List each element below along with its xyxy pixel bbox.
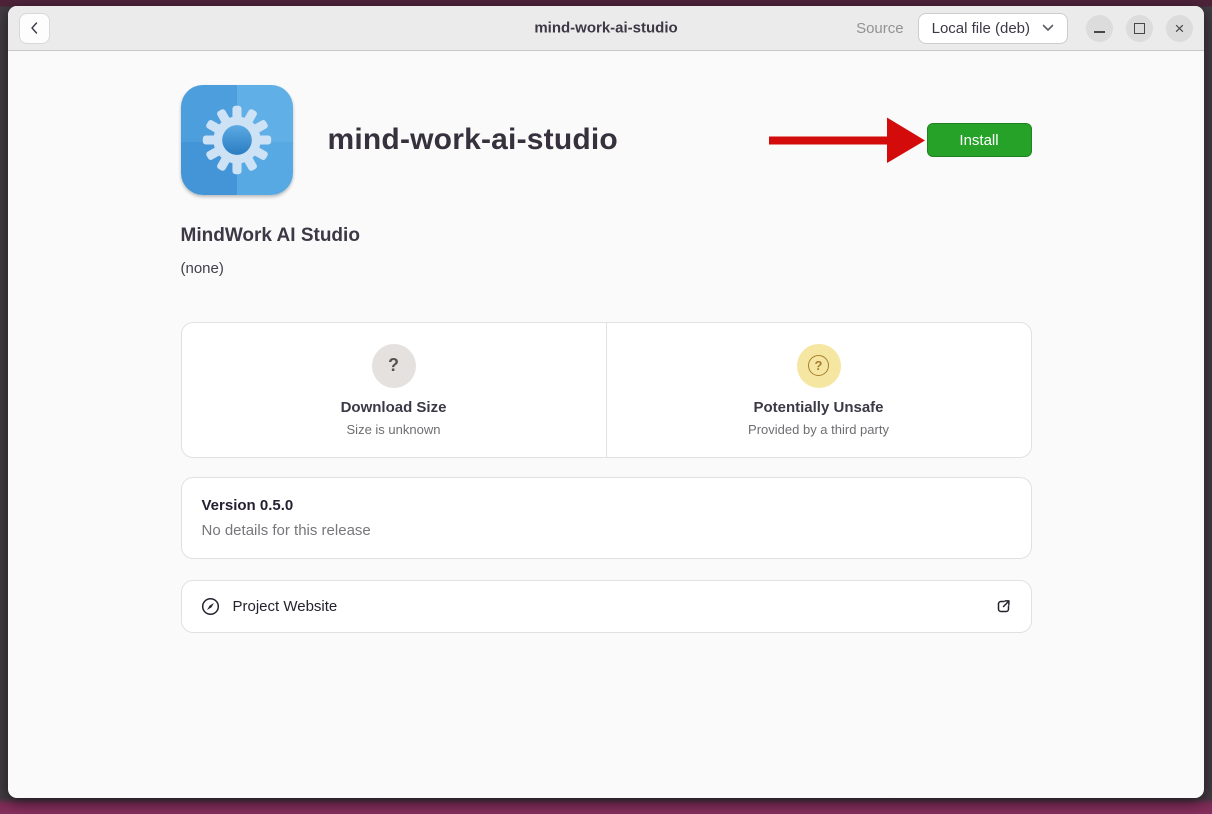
safety-tile[interactable]: ? Potentially Unsafe Provided by a third… <box>606 323 1031 457</box>
install-button[interactable]: Install <box>927 123 1032 157</box>
chevron-down-icon <box>1042 24 1054 32</box>
safety-title: Potentially Unsafe <box>753 399 883 416</box>
headerbar: mind-work-ai-studio Source Local file (d… <box>8 6 1204 51</box>
install-area: Install <box>769 116 1032 164</box>
source-label: Source <box>856 20 904 37</box>
download-size-subtitle: Size is unknown <box>347 422 441 437</box>
app-icon <box>181 85 293 195</box>
developer-name: MindWork AI Studio <box>181 225 1032 247</box>
download-size-tile[interactable]: ? Download Size Size is unknown <box>182 323 606 457</box>
version-card: Version 0.5.0 No details for this releas… <box>181 477 1032 559</box>
website-label: Project Website <box>233 598 338 615</box>
gear-icon <box>199 102 275 178</box>
red-arrow-annotation <box>769 116 927 164</box>
software-app-window: mind-work-ai-studio Source Local file (d… <box>8 6 1204 798</box>
minimize-icon <box>1094 31 1105 33</box>
close-icon: × <box>1175 20 1185 37</box>
maximize-button[interactable] <box>1126 15 1153 42</box>
chevron-left-icon <box>27 20 43 36</box>
source-dropdown[interactable]: Local file (deb) <box>918 13 1068 44</box>
project-website-row[interactable]: Project Website <box>181 580 1032 633</box>
question-mark-icon: ? <box>372 344 416 388</box>
version-subtitle: No details for this release <box>202 522 1011 539</box>
safety-subtitle: Provided by a third party <box>748 422 889 437</box>
compass-icon <box>201 597 220 616</box>
back-button[interactable] <box>19 13 50 44</box>
license-text: (none) <box>181 260 1032 277</box>
app-details-page: mind-work-ai-studio Install MindWork AI … <box>8 51 1204 798</box>
source-dropdown-value: Local file (deb) <box>932 20 1030 37</box>
minimize-button[interactable] <box>1086 15 1113 42</box>
window-title: mind-work-ai-studio <box>534 20 677 37</box>
download-size-title: Download Size <box>341 399 447 416</box>
app-header: mind-work-ai-studio Install <box>181 85 1032 195</box>
headerbar-right: Source Local file (deb) × <box>856 13 1193 44</box>
circled-question-icon: ? <box>808 355 829 376</box>
version-title: Version 0.5.0 <box>202 497 1011 514</box>
maximize-icon <box>1134 23 1145 34</box>
context-tiles: ? Download Size Size is unknown ? Potent… <box>181 322 1032 458</box>
window-controls: × <box>1086 15 1193 42</box>
safety-warning-icon: ? <box>797 344 841 388</box>
external-link-icon <box>995 598 1012 615</box>
close-button[interactable]: × <box>1166 15 1193 42</box>
page-title: mind-work-ai-studio <box>328 123 618 157</box>
